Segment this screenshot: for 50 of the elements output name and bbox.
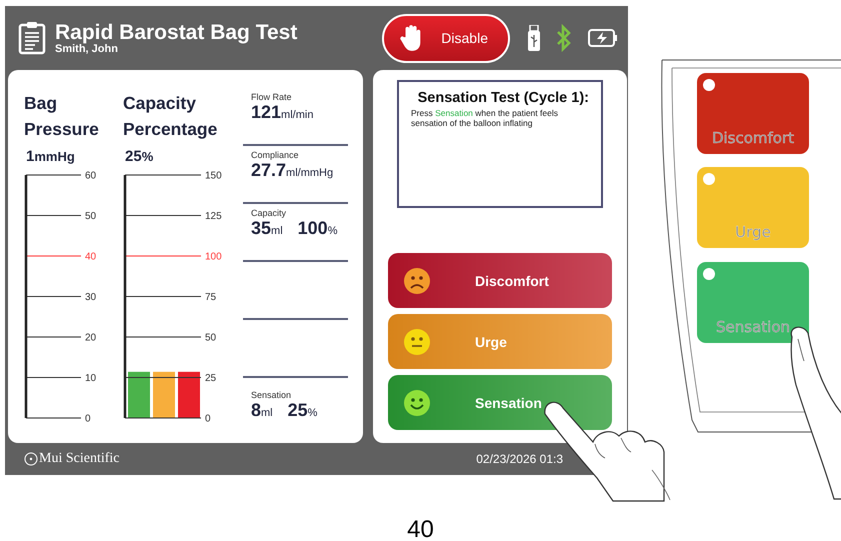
usb-icon — [528, 25, 540, 51]
logo-icon — [24, 452, 38, 466]
scale-label: 125 — [205, 211, 222, 222]
app-title: Rapid Barostat Bag Test — [55, 22, 298, 42]
bluetooth-icon — [556, 24, 572, 52]
brand-name: Mui Scientific — [39, 451, 120, 467]
gauge-reading: 1mmHg — [26, 148, 76, 165]
date-time: 02/23/2026 01:3 — [476, 452, 563, 466]
stat-value: 35ml — [251, 218, 283, 239]
response-button[interactable]: Sensation — [388, 375, 612, 430]
scale-label: 60 — [85, 170, 96, 182]
scale-label: 0 — [205, 414, 211, 424]
sad-face-icon — [403, 266, 431, 294]
remote-button[interactable]: Urge — [697, 167, 809, 248]
battery-charging-icon — [588, 28, 618, 48]
scale-label: 40 — [85, 252, 96, 262]
stat-value: 100% — [298, 218, 338, 239]
scale-label: 30 — [85, 292, 96, 303]
remote-button[interactable]: Discomfort — [697, 73, 809, 154]
stat-value: 27.7ml/mmHg — [251, 160, 334, 181]
instruction-title: Sensation Test (Cycle 1): — [416, 90, 589, 106]
instruction-text: Press Sensation when the patient feels sensation of the balloon inflating — [411, 108, 559, 128]
remote-button[interactable]: Sensation — [697, 262, 809, 343]
scale-label: 50 — [85, 211, 96, 222]
response-button[interactable]: Discomfort — [388, 253, 612, 308]
gauge-reading: 25% — [125, 148, 154, 165]
scale-label: 25 — [205, 373, 216, 384]
scale-label: 100 — [205, 252, 222, 262]
stat-label: Compliance — [251, 150, 300, 160]
response-button[interactable]: Urge — [388, 314, 612, 369]
gauge-title: Capacity Percentage — [123, 92, 218, 141]
stat-value: 8ml — [251, 400, 273, 421]
scale-label: 50 — [205, 332, 216, 344]
stat-label: Capacity — [251, 208, 288, 218]
disable-button[interactable]: Disable — [382, 14, 510, 62]
patient-name: Smith, John — [55, 44, 119, 54]
stat-value: 25% — [288, 400, 318, 421]
gauge-title: Bag Pressure — [24, 92, 100, 141]
scale-label: 10 — [85, 373, 96, 384]
stat-value: 121ml/min — [251, 102, 314, 123]
smiley-face-icon — [403, 388, 431, 416]
scale-label: 0 — [85, 414, 91, 424]
scale-label: 75 — [205, 292, 216, 303]
neutral-face-icon — [403, 328, 431, 356]
scale-label: 20 — [85, 332, 96, 344]
stat-label: Flow Rate — [251, 92, 293, 102]
clipboard-icon — [18, 21, 46, 55]
page-number: 40 — [406, 516, 435, 541]
stat-label: Sensation — [251, 390, 292, 400]
scale-label: 150 — [205, 170, 222, 182]
